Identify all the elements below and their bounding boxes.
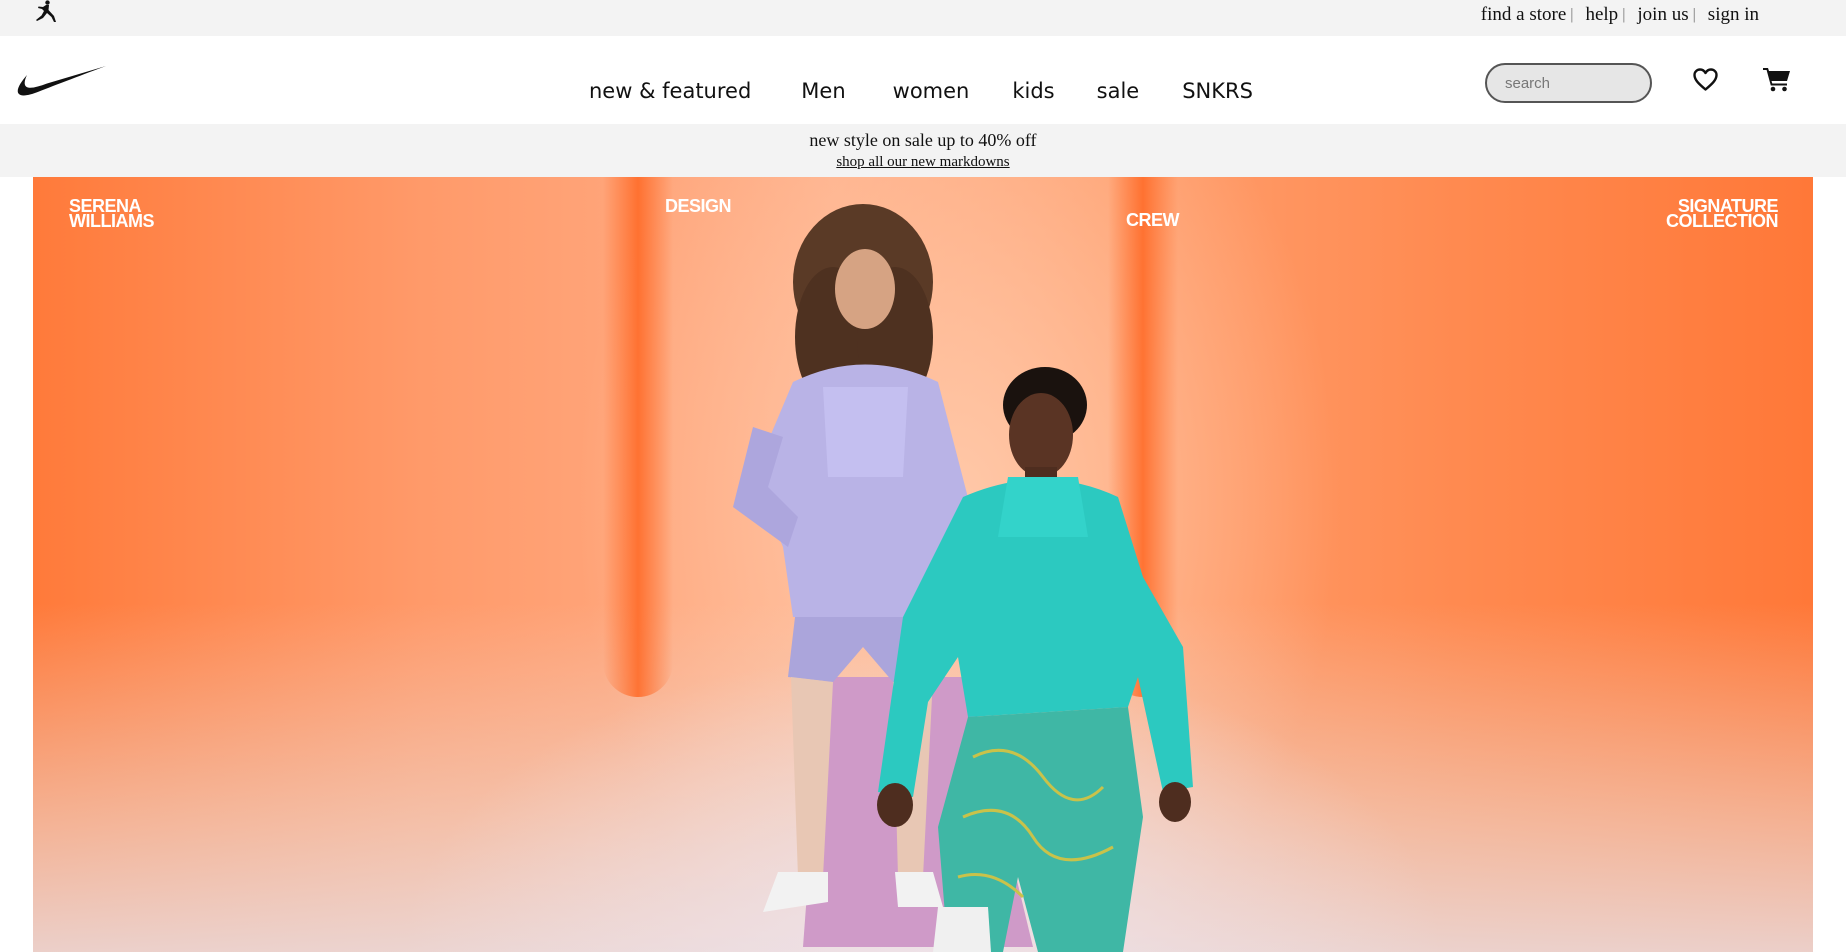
utility-links: find a store | help | join us | sign in — [1481, 4, 1759, 26]
cart-icon[interactable] — [1763, 66, 1791, 92]
help-link[interactable]: help — [1585, 4, 1618, 26]
main-header: new & featured Men women kids sale SNKRS — [0, 36, 1846, 124]
hero-banner[interactable]: SERENA WILLIAMS DESIGN CREW SIGNATURE CO… — [33, 177, 1813, 952]
nav-item-men[interactable]: Men — [801, 79, 845, 103]
nike-swoosh-icon[interactable] — [17, 64, 106, 98]
separator: | — [1692, 6, 1696, 23]
search-input[interactable] — [1505, 74, 1632, 92]
join-us-link[interactable]: join us — [1637, 4, 1688, 26]
nav-item-women[interactable]: women — [893, 79, 970, 103]
jordan-jumpman-icon[interactable] — [33, 0, 59, 24]
promo-text: new style on sale up to 40% off — [809, 130, 1037, 150]
sign-in-link[interactable]: sign in — [1708, 4, 1759, 26]
search-box[interactable] — [1485, 63, 1652, 103]
nav-item-snkrs[interactable]: SNKRS — [1182, 79, 1253, 103]
hero-models-image — [733, 204, 1193, 952]
separator: | — [1622, 6, 1626, 23]
hero-label-serena-williams: SERENA WILLIAMS — [69, 196, 154, 231]
heart-icon[interactable] — [1692, 67, 1719, 92]
promo-banner: new style on sale up to 40% off shop all… — [0, 124, 1846, 177]
separator: | — [1570, 6, 1574, 23]
promo-link[interactable]: shop all our new markdowns — [836, 154, 1009, 170]
hero-label-crew: CREW — [1126, 210, 1180, 230]
utility-bar: find a store | help | join us | sign in — [0, 0, 1846, 36]
primary-nav: new & featured Men women kids sale SNKRS — [589, 76, 1253, 106]
find-a-store-link[interactable]: find a store — [1481, 4, 1566, 26]
hero-label-design: DESIGN — [665, 196, 732, 216]
nav-item-kids[interactable]: kids — [1012, 79, 1054, 103]
nav-item-new-featured[interactable]: new & featured — [589, 79, 751, 103]
hero-label-signature-collection: SIGNATURE COLLECTION — [1666, 196, 1779, 231]
nav-item-sale[interactable]: sale — [1097, 79, 1140, 103]
